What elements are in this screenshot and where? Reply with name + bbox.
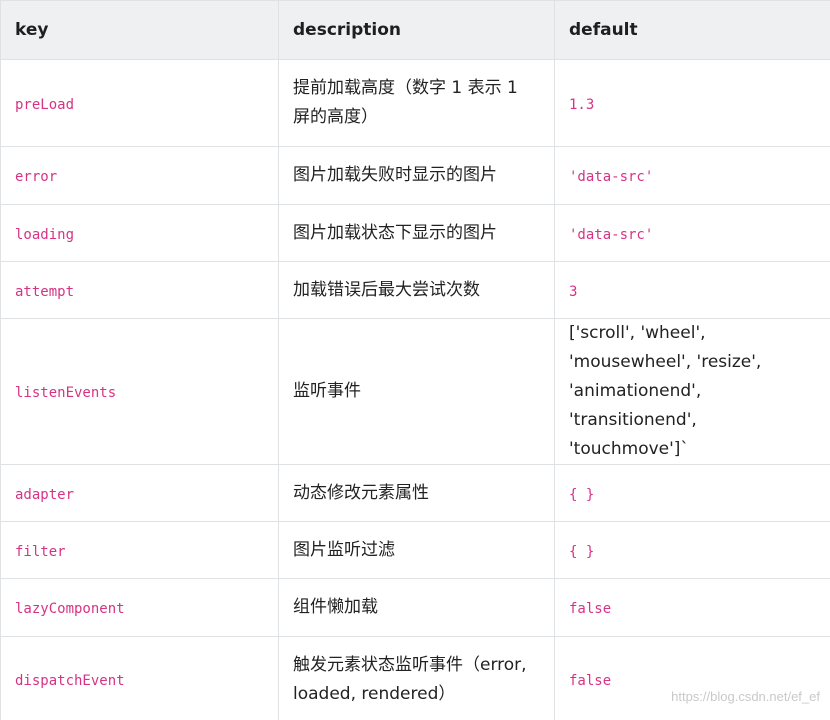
cell-default: 'data-src' bbox=[554, 146, 830, 205]
table-row: loading 图片加载状态下显示的图片 'data-src' bbox=[0, 204, 830, 262]
cell-key: dispatchEvent bbox=[0, 636, 279, 720]
table-row: attempt 加载错误后最大尝试次数 3 bbox=[0, 261, 830, 319]
key-code: loading bbox=[15, 226, 75, 243]
default-code: { } bbox=[569, 543, 595, 560]
cell-key: adapter bbox=[0, 464, 279, 522]
cell-key: filter bbox=[0, 521, 279, 579]
key-code: attempt bbox=[15, 283, 75, 300]
cell-description: 监听事件 bbox=[278, 318, 555, 465]
default-code: { } bbox=[569, 486, 595, 503]
header-description: description bbox=[278, 0, 555, 60]
key-code: filter bbox=[15, 543, 66, 560]
cell-description: 动态修改元素属性 bbox=[278, 464, 555, 522]
cell-key: error bbox=[0, 146, 279, 205]
cell-default: { } bbox=[554, 521, 830, 579]
key-code: adapter bbox=[15, 486, 75, 503]
key-code: listenEvents bbox=[15, 385, 117, 401]
default-code: false bbox=[569, 601, 612, 617]
cell-default: ['scroll', 'wheel', 'mousewheel', 'resiz… bbox=[554, 318, 830, 465]
options-table: key description default preLoad 提前加载高度（数… bbox=[0, 0, 830, 720]
table-row: lazyComponent 组件懒加载 false bbox=[0, 578, 830, 637]
cell-description: 图片监听过滤 bbox=[278, 521, 555, 579]
default-code: 1.3 bbox=[569, 96, 595, 113]
cell-key: lazyComponent bbox=[0, 578, 279, 637]
cell-default: 1.3 bbox=[554, 59, 830, 147]
table-row: filter 图片监听过滤 { } bbox=[0, 521, 830, 579]
key-code: lazyComponent bbox=[15, 601, 125, 617]
cell-default: 'data-src' bbox=[554, 204, 830, 262]
cell-default: { } bbox=[554, 464, 830, 522]
key-code: dispatchEvent bbox=[15, 673, 125, 689]
header-key: key bbox=[0, 0, 279, 60]
cell-description: 加载错误后最大尝试次数 bbox=[278, 261, 555, 319]
key-code: preLoad bbox=[15, 96, 75, 113]
default-text: ['scroll', 'wheel', 'mousewheel', 'resiz… bbox=[569, 323, 762, 459]
table-row: preLoad 提前加载高度（数字 1 表示 1 屏的高度） 1.3 bbox=[0, 59, 830, 147]
table-row: error 图片加载失败时显示的图片 'data-src' bbox=[0, 146, 830, 205]
table-row: dispatchEvent 触发元素状态监听事件（error, loaded, … bbox=[0, 636, 830, 720]
default-code: false bbox=[569, 673, 612, 689]
table-header-row: key description default bbox=[0, 0, 830, 60]
default-code: 'data-src' bbox=[569, 169, 654, 185]
cell-description: 图片加载状态下显示的图片 bbox=[278, 204, 555, 262]
cell-default: 3 bbox=[554, 261, 830, 319]
cell-description: 组件懒加载 bbox=[278, 578, 555, 637]
cell-description: 触发元素状态监听事件（error, loaded, rendered） bbox=[278, 636, 555, 720]
cell-description: 提前加载高度（数字 1 表示 1 屏的高度） bbox=[278, 59, 555, 147]
default-code: 3 bbox=[569, 283, 578, 300]
table-row: listenEvents 监听事件 ['scroll', 'wheel', 'm… bbox=[0, 318, 830, 465]
cell-key: loading bbox=[0, 204, 279, 262]
header-default: default bbox=[554, 0, 830, 60]
default-code: 'data-src' bbox=[569, 226, 654, 243]
cell-default: false bbox=[554, 578, 830, 637]
cell-key: attempt bbox=[0, 261, 279, 319]
cell-description: 图片加载失败时显示的图片 bbox=[278, 146, 555, 205]
key-code: error bbox=[15, 169, 58, 185]
table-row: adapter 动态修改元素属性 { } bbox=[0, 464, 830, 522]
cell-key: preLoad bbox=[0, 59, 279, 147]
cell-key: listenEvents bbox=[0, 318, 279, 465]
cell-default: false bbox=[554, 636, 830, 720]
